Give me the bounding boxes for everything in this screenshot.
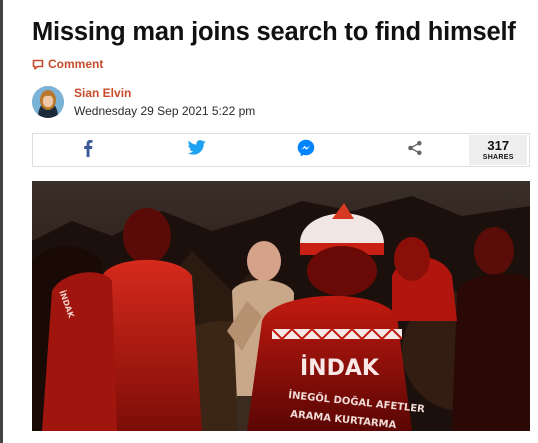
share-icon	[407, 140, 423, 161]
author-avatar[interactable]	[32, 86, 64, 118]
share-count: 317 SHARES	[469, 135, 527, 165]
messenger-share-button[interactable]	[251, 134, 360, 166]
byline: Sian Elvin Wednesday 29 Sep 2021 5:22 pm	[32, 84, 255, 120]
comment-label: Comment	[48, 57, 104, 71]
share-count-number: 317	[487, 137, 510, 153]
twitter-icon	[187, 140, 206, 160]
window-edge	[0, 0, 3, 443]
share-bar: 317 SHARES	[32, 133, 530, 167]
messenger-icon	[297, 139, 315, 162]
publish-date: Wednesday 29 Sep 2021 5:22 pm	[74, 103, 256, 118]
facebook-icon	[83, 139, 93, 162]
facebook-share-button[interactable]	[33, 134, 142, 166]
article-photo: İNDAK İNDAK İNEGÖL DOĞAL AFETLER ARAMA K…	[32, 181, 530, 431]
share-count-label: SHARES	[482, 153, 514, 161]
generic-share-button[interactable]	[360, 134, 469, 166]
twitter-share-button[interactable]	[142, 134, 251, 166]
comment-link[interactable]: Comment	[32, 56, 103, 72]
comment-icon	[32, 59, 44, 70]
jacket-text-main: İNDAK	[300, 355, 380, 381]
article-headline: Missing man joins search to find himself	[32, 18, 516, 46]
author-name[interactable]: Sian Elvin	[74, 86, 255, 101]
